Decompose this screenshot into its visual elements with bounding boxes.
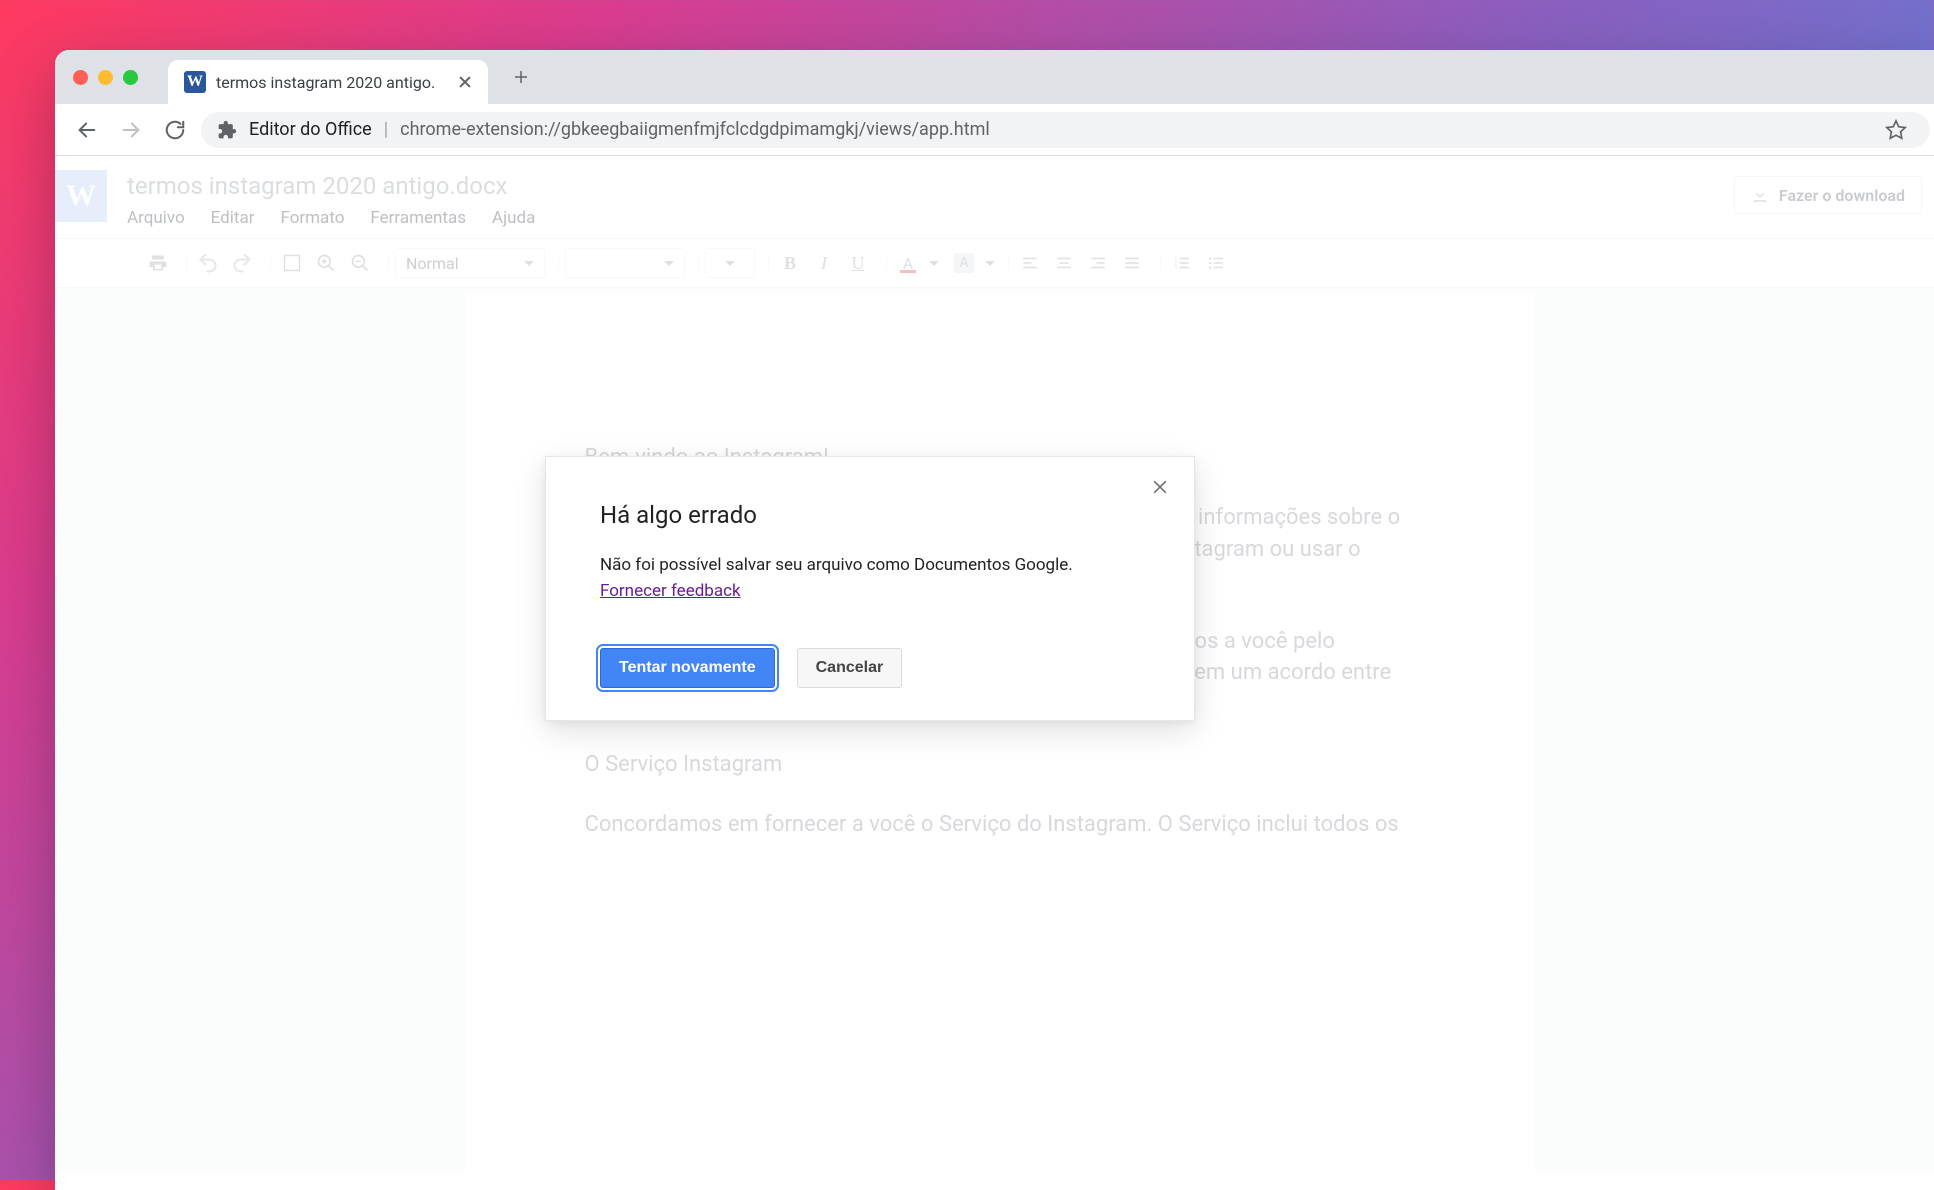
document-title[interactable]: termos instagram 2020 antigo.docx [127, 172, 1714, 200]
feedback-link[interactable]: Fornecer feedback [600, 581, 741, 601]
fit-button[interactable] [277, 248, 307, 278]
align-right-button[interactable] [1083, 248, 1113, 278]
toolbar: Normal B I U A A [55, 238, 1934, 288]
address-row: Editor do Office | chrome-extension://gb… [55, 104, 1934, 156]
dialog-close-button[interactable] [1150, 477, 1172, 499]
font-family-dropdown[interactable] [565, 248, 685, 278]
tab-close-icon[interactable] [458, 75, 472, 89]
bulleted-list-button[interactable] [1201, 248, 1231, 278]
dialog-body: Não foi possível salvar seu arquivo como… [600, 553, 1140, 604]
font-size-dropdown[interactable] [705, 248, 755, 278]
window-close-button[interactable] [73, 70, 88, 85]
download-label: Fazer o download [1779, 186, 1905, 205]
chevron-down-icon [725, 261, 735, 266]
app-logo[interactable]: W [55, 170, 107, 222]
menu-bar: Arquivo Editar Formato Ferramentas Ajuda [127, 204, 1714, 238]
undo-button[interactable] [193, 248, 223, 278]
zoom-out-button[interactable] [345, 248, 375, 278]
align-center-button[interactable] [1049, 248, 1079, 278]
new-tab-button[interactable] [504, 60, 538, 94]
paragraph-style-label: Normal [406, 254, 459, 273]
dialog-message: Não foi possível salvar seu arquivo como… [600, 555, 1073, 575]
office-editor-app: W termos instagram 2020 antigo.docx Arqu… [55, 156, 1934, 1190]
svg-text:3: 3 [1175, 265, 1178, 271]
traffic-lights [73, 70, 138, 85]
error-dialog: Há algo errado Não foi possível salvar s… [545, 456, 1195, 721]
highlight-color-button[interactable]: A [949, 248, 979, 278]
underline-button[interactable]: U [843, 248, 873, 278]
cancel-button[interactable]: Cancelar [797, 648, 903, 688]
tab-title: termos instagram 2020 antigo. [216, 73, 435, 92]
address-prefix: Editor do Office [249, 119, 372, 140]
doc-para: Concordamos em fornecer a você o Serviço… [585, 809, 1415, 841]
dialog-title: Há algo errado [600, 501, 1140, 529]
menu-arquivo[interactable]: Arquivo [127, 208, 185, 228]
address-url: chrome-extension://gbkeegbaiigmenfmjfclc… [400, 119, 990, 140]
chevron-down-icon [524, 261, 534, 266]
window-minimize-button[interactable] [98, 70, 113, 85]
tab-favicon: W [184, 71, 206, 93]
document-canvas: Bem-vindo ao Instagram! Estes Termos de … [55, 288, 1934, 1172]
window-zoom-button[interactable] [123, 70, 138, 85]
reload-button[interactable] [157, 112, 193, 148]
menu-ferramentas[interactable]: Ferramentas [370, 208, 466, 228]
zoom-in-button[interactable] [311, 248, 341, 278]
align-left-button[interactable] [1015, 248, 1045, 278]
address-separator: | [384, 119, 388, 140]
download-icon [1751, 186, 1769, 204]
print-button[interactable] [143, 248, 173, 278]
browser-window: W termos instagram 2020 antigo. Editor d… [55, 50, 1934, 1190]
chevron-down-icon[interactable] [985, 261, 995, 266]
bold-button[interactable]: B [775, 248, 805, 278]
menu-formato[interactable]: Formato [280, 208, 344, 228]
document-page[interactable]: Bem-vindo ao Instagram! Estes Termos de … [465, 292, 1535, 1172]
redo-button[interactable] [227, 248, 257, 278]
back-button[interactable] [69, 112, 105, 148]
retry-button[interactable]: Tentar novamente [600, 648, 775, 688]
dialog-actions: Tentar novamente Cancelar [600, 648, 1140, 688]
paragraph-style-dropdown[interactable]: Normal [395, 248, 545, 278]
italic-button[interactable]: I [809, 248, 839, 278]
bookmark-star-icon[interactable] [1878, 112, 1914, 148]
menu-ajuda[interactable]: Ajuda [492, 208, 535, 228]
chevron-down-icon[interactable] [929, 261, 939, 266]
browser-tab[interactable]: W termos instagram 2020 antigo. [168, 60, 488, 104]
doc-section-title: O Serviço Instagram [585, 749, 1415, 781]
chevron-down-icon [664, 261, 674, 266]
forward-button[interactable] [113, 112, 149, 148]
extension-icon [217, 120, 237, 140]
app-header: W termos instagram 2020 antigo.docx Arqu… [55, 156, 1934, 238]
font-color-button[interactable]: A [893, 248, 923, 278]
address-bar[interactable]: Editor do Office | chrome-extension://gb… [201, 112, 1930, 148]
align-justify-button[interactable] [1117, 248, 1147, 278]
tabstrip: W termos instagram 2020 antigo. [55, 50, 1934, 104]
download-button[interactable]: Fazer o download [1734, 176, 1922, 214]
menu-editar[interactable]: Editar [211, 208, 255, 228]
numbered-list-button[interactable]: 123 [1167, 248, 1197, 278]
